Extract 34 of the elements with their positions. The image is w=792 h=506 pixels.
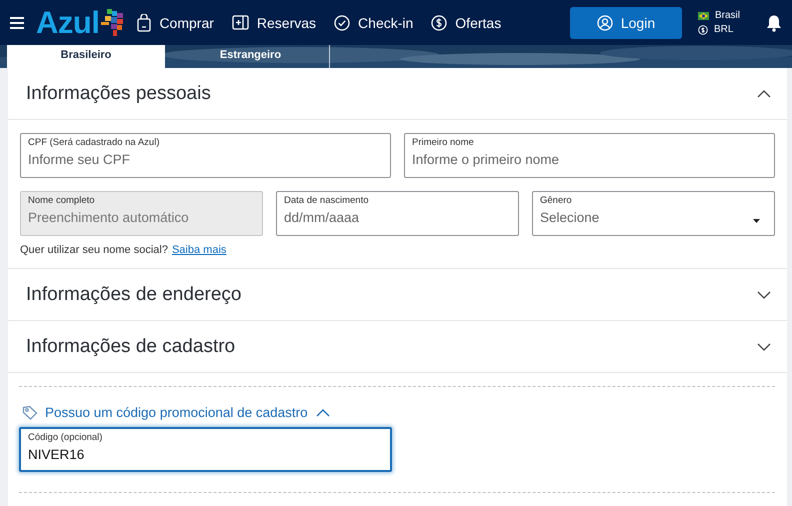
logo-text[interactable]: Azul <box>36 7 100 38</box>
nav-link[interactable]: Comprar <box>137 14 214 32</box>
social-name-text: Quer utilizar seu nome social? <box>20 244 168 256</box>
shopping-bag-icon <box>137 14 152 32</box>
currency-label[interactable]: BRL <box>714 24 734 35</box>
ticket-icon <box>232 15 249 30</box>
nav-link[interactable]: Ofertas <box>431 14 502 32</box>
input-field[interactable]: Data de nascimento dd/mm/aaaa <box>276 191 519 236</box>
bell-icon[interactable] <box>766 14 782 32</box>
input-field[interactable]: Primeiro nome Informe o primeiro nome <box>404 133 775 178</box>
menu-icon[interactable] <box>10 16 24 28</box>
section-header[interactable]: Informações de endereço <box>8 268 787 320</box>
country-label[interactable]: Brasil <box>715 10 740 21</box>
input-field[interactable]: CPF (Será cadastrado na Azul) Informe seu CPF <box>20 133 391 178</box>
section-header[interactable]: Informações pessoais <box>8 68 787 119</box>
section-title: Informações de cadastro <box>26 336 236 358</box>
nav-link[interactable]: Check-in <box>334 14 414 32</box>
learn-more-link[interactable]: Saiba mais <box>172 244 226 256</box>
check-circle-icon <box>334 14 350 30</box>
flag-icon <box>698 12 709 20</box>
tag-icon <box>22 405 39 420</box>
tab[interactable]: Brasileiro <box>7 45 165 68</box>
dollar-circle-icon <box>698 24 708 34</box>
nav-link[interactable]: Reservas <box>232 14 316 32</box>
login-button[interactable]: Login <box>570 6 682 38</box>
user-icon <box>596 14 613 30</box>
section-header[interactable]: Informações de cadastro <box>8 320 787 372</box>
input-field[interactable]: Gênero Selecione <box>532 191 775 236</box>
section-title: Informações de endereço <box>26 284 242 306</box>
dollar-circle-icon <box>431 14 448 30</box>
promo-code-toggle[interactable]: Possuo um código promocional de cadastro <box>22 405 330 420</box>
caret-icon <box>753 219 760 223</box>
input-field[interactable]: Código (opcional) NIVER16 <box>19 427 392 472</box>
section-title: Informações pessoais <box>26 82 211 104</box>
